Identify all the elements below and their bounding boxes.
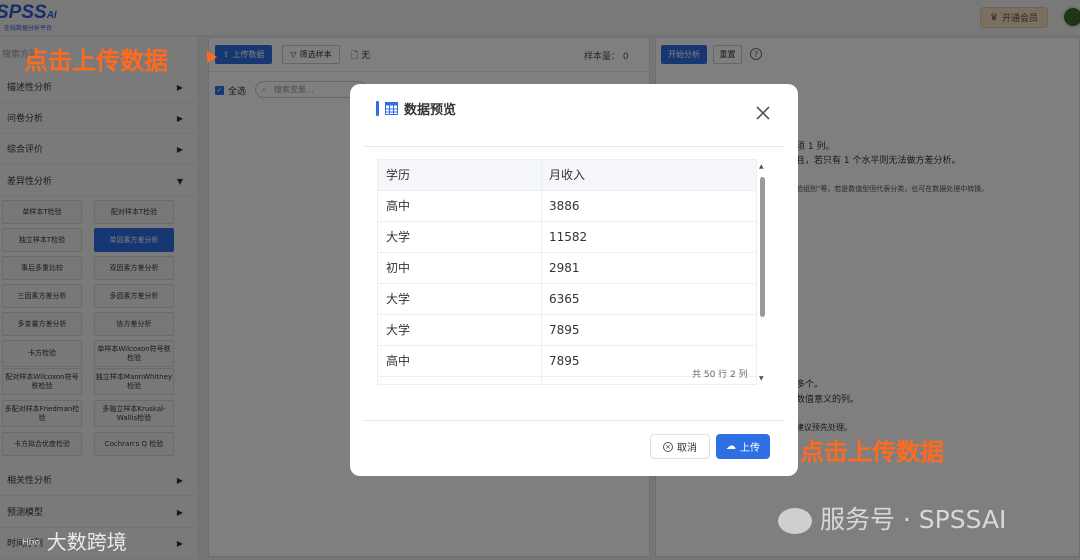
table-cell: 7895 [549, 354, 580, 368]
title-accent-bar [376, 100, 379, 116]
brand-logo-icon: ᴴᵇᵒ [22, 537, 41, 553]
scroll-up-icon[interactable]: ▲ [759, 163, 764, 170]
annotation-bottom: 点击上传数据 [800, 438, 944, 466]
column-header: 学历 [386, 168, 411, 182]
footer-divider [364, 420, 784, 421]
data-preview-modal: 数据预览 学历 月收入 高中 3886 大学 11582 初中 2981 大学 6365 大学 7… [350, 84, 798, 476]
table-icon [385, 101, 398, 115]
row-count-info: 共 50 行 2 列 [692, 370, 748, 380]
column-divider [541, 160, 542, 384]
table-row: 初中 2981 [378, 253, 756, 284]
upload-button[interactable]: ☁ 上传 [716, 434, 770, 459]
table-cell: 大学 [386, 323, 411, 337]
table-row: 大学 11582 [378, 222, 756, 253]
wechat-icon [778, 508, 812, 534]
annotation-top: 点击上传数据 [24, 47, 168, 75]
watermark-right: 服务号 · SPSSAI [778, 500, 1006, 536]
cancel-button[interactable]: × 取消 [650, 434, 710, 459]
table-cell: 6365 [549, 292, 580, 306]
table-cell: 大学 [386, 230, 411, 244]
modal-title: 数据预览 [376, 100, 457, 118]
table-cell: 2981 [549, 261, 580, 275]
column-header: 月收入 [549, 168, 586, 182]
modal-title-text: 数据预览 [404, 102, 457, 118]
scroll-down-icon[interactable]: ▼ [759, 375, 764, 382]
table-cell: 11582 [549, 230, 588, 244]
watermark-left: ᴴᵇᵒ 大数跨境 [22, 530, 127, 554]
close-icon[interactable] [754, 104, 772, 122]
table-row: 大学 7895 [378, 315, 756, 346]
table-row: 大学 6365 [378, 284, 756, 315]
scrollbar-thumb[interactable] [760, 177, 765, 317]
cloud-upload-icon: ☁ [726, 441, 736, 452]
table-cell: 大学 [386, 292, 411, 306]
cancel-icon: × [663, 441, 673, 452]
table-cell: 高中 [386, 199, 411, 213]
arrow-right-icon [207, 51, 217, 63]
table-cell: 初中 [386, 261, 411, 275]
preview-table: 学历 月收入 高中 3886 大学 11582 初中 2981 大学 6365 大学 7895 高中… [377, 159, 757, 385]
table-header: 学历 月收入 [378, 160, 756, 191]
table-row: 高中 3886 [378, 191, 756, 222]
header-divider [364, 146, 784, 147]
table-cell: 高中 [386, 354, 411, 368]
table-cell: 3886 [549, 199, 580, 213]
table-cell: 7895 [549, 323, 580, 337]
